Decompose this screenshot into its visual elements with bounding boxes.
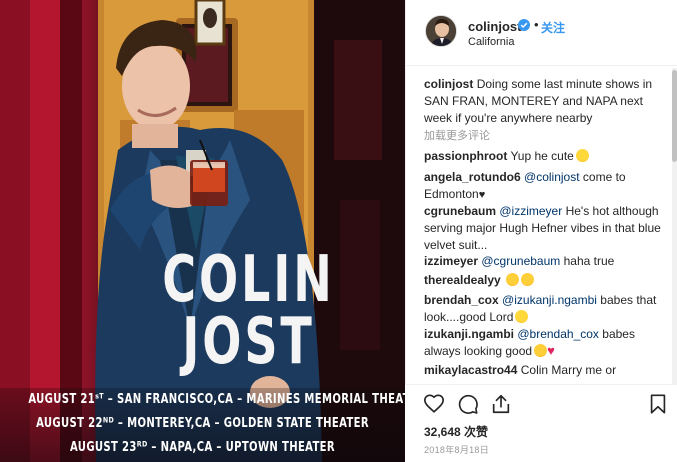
comment-text: Colin Marry me or	[520, 363, 617, 377]
poster-date: AUGUST 22ᴺᴰ	[36, 416, 115, 431]
comment-username[interactable]: mikaylacastro44	[424, 363, 517, 377]
comment-text: Yup he cute	[510, 149, 574, 163]
comment-text: haha true	[563, 254, 615, 268]
comment-item: izzimeyer @cgrunebaum haha true	[424, 253, 664, 270]
comment-bubble-icon[interactable]	[457, 393, 479, 415]
load-more-comments-link[interactable]: 加载更多评论	[424, 127, 490, 143]
comment-item: passionphroot Yup he cute	[424, 148, 664, 165]
comment-mention[interactable]: @izukanji.ngambi	[502, 293, 597, 307]
poster-venue: – SAN FRANCISCO,CA – MARINES MEMORIAL TH…	[107, 392, 405, 407]
poster-venue: – NAPA,CA – UPTOWN THEATER	[151, 440, 335, 455]
header-username[interactable]: colinjost	[468, 19, 521, 34]
comment-item: izukanji.ngambi @brendah_cox babes alway…	[424, 326, 664, 360]
comment-username[interactable]: passionphroot	[424, 149, 507, 163]
poster-date-line: AUGUST 23ᴿᴰ – NAPA,CA – UPTOWN THEATER	[28, 440, 376, 455]
comments-scrollbar-thumb[interactable]	[672, 70, 677, 162]
post-timestamp: 2018年8月18日	[424, 445, 490, 455]
post-caption: colinjost Doing some last minute shows i…	[424, 76, 664, 127]
verified-badge-icon	[518, 19, 530, 31]
grinning-face-icon	[575, 149, 589, 162]
drooling-face-icon	[515, 310, 529, 323]
comment-mention[interactable]: @cgrunebaum	[481, 254, 560, 268]
comment-mention[interactable]: @brendah_cox	[517, 327, 599, 341]
comment-item: cgrunebaum @izzimeyer He's hot although …	[424, 203, 664, 254]
avatar[interactable]	[425, 15, 457, 47]
comment-item: angela_rotundo6 @colinjost come to Edmon…	[424, 169, 664, 204]
comment-item: therealdealyy	[424, 272, 664, 289]
comment-mention[interactable]: @izzimeyer	[499, 204, 562, 218]
comment-username[interactable]: angela_rotundo6	[424, 170, 521, 184]
comment-username[interactable]: therealdealyy	[424, 273, 501, 287]
poster-date: AUGUST 23ᴿᴰ	[70, 440, 148, 455]
comment-username[interactable]: brendah_cox	[424, 293, 499, 307]
poster-name-first: COLIN	[162, 243, 335, 317]
post-location[interactable]: California	[468, 36, 514, 48]
heart-eyes-icon	[521, 273, 535, 286]
poster-venue: – MONTEREY,CA – GOLDEN STATE THEATER	[117, 416, 369, 431]
comment-item: mikaylacastro44 Colin Marry me or	[424, 362, 664, 382]
post-photo[interactable]: COLIN JOST AUGUST 21ˢᵀ – SAN FRANCISCO,C…	[0, 0, 405, 462]
header-separator: •	[534, 17, 539, 32]
comment-item: brendah_cox @izukanji.ngambi babes that …	[424, 292, 664, 326]
share-upload-icon[interactable]	[490, 393, 512, 415]
black-heart-icon: ♥	[478, 189, 486, 201]
comment-username[interactable]: cgrunebaum	[424, 204, 496, 218]
like-count[interactable]: 32,648 次赞	[424, 423, 488, 440]
red-heart-icon: ♥	[547, 343, 555, 358]
poster-name-last: JOST	[182, 305, 315, 379]
heart-eyes-icon	[534, 344, 548, 357]
follow-button[interactable]: 关注	[541, 19, 565, 36]
poster-date-line: AUGUST 22ᴺᴰ – MONTEREY,CA – GOLDEN STATE…	[28, 416, 376, 431]
bookmark-icon[interactable]	[647, 393, 669, 415]
poster-date: AUGUST 21ˢᵀ	[28, 392, 104, 407]
caption-username[interactable]: colinjost	[424, 77, 473, 91]
heart-outline-icon[interactable]	[423, 393, 445, 415]
comment-mention[interactable]: @colinjost	[524, 170, 580, 184]
comment-username[interactable]: izzimeyer	[424, 254, 478, 268]
heart-eyes-icon	[506, 273, 520, 286]
comment-username[interactable]: izukanji.ngambi	[424, 327, 514, 341]
poster-date-line: AUGUST 21ˢᵀ – SAN FRANCISCO,CA – MARINES…	[28, 392, 405, 407]
instagram-post-viewer: COLIN JOST AUGUST 21ˢᵀ – SAN FRANCISCO,C…	[0, 0, 677, 462]
